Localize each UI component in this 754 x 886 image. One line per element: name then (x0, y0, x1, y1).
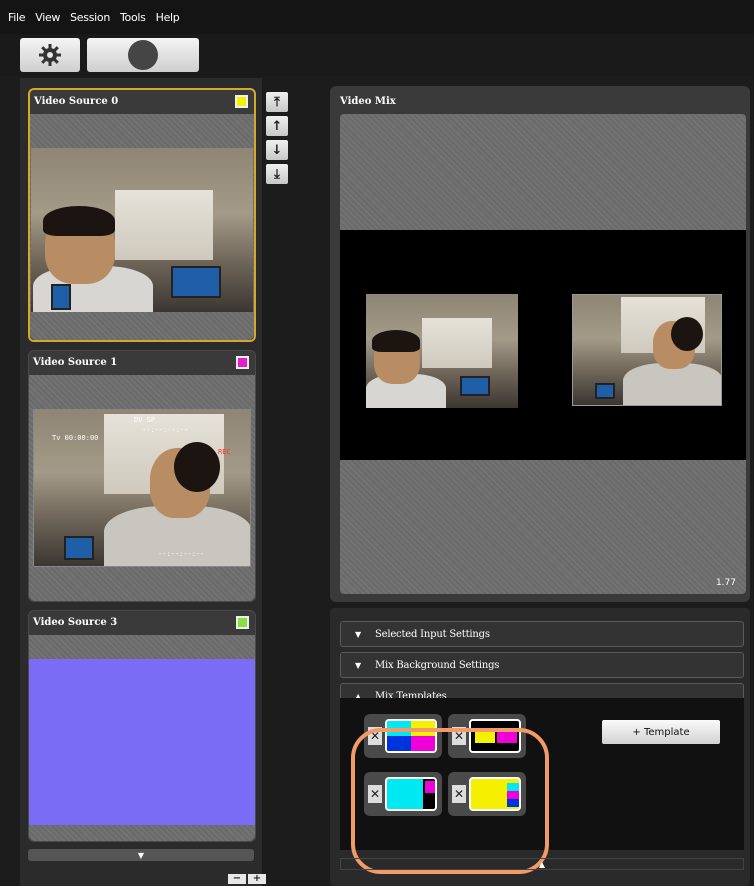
video-mix-title: Video Mix (340, 96, 396, 107)
video-source-panel[interactable]: Video Source 1 Tv 00:00:00 DV SP --:--:-… (28, 350, 256, 602)
accordion-label: Selected Input Settings (374, 628, 490, 640)
video-source-preview (31, 148, 253, 312)
osd-sp: SP (146, 416, 156, 424)
zoom-controls: − + (228, 874, 266, 884)
osd-timecode: --:--:--:-- (142, 426, 189, 434)
video-source-title: Video Source 3 (33, 617, 118, 628)
record-button[interactable] (87, 38, 199, 72)
mix-layer-source-0[interactable] (366, 294, 518, 408)
highlight-outline (351, 728, 549, 874)
video-source-preview: Tv 00:00:00 DV SP --:--:--:-- REC --:--:… (33, 409, 251, 567)
zoom-out-button[interactable]: − (228, 874, 246, 884)
osd-counter: 00:00:00 (64, 434, 99, 442)
move-bottom-icon[interactable]: ⤓ (266, 164, 288, 184)
osd-rec: REC (218, 448, 231, 456)
aspect-ratio-label: 1.77 (715, 578, 736, 588)
gear-icon (39, 44, 61, 66)
column-divider[interactable] (296, 78, 322, 886)
accordion-label: Mix Background Settings (374, 659, 500, 671)
sources-scroll-down[interactable]: ▼ (28, 849, 254, 861)
video-sources-column: Video Source 0 Video Source 1 Tv 00:00:0… (20, 78, 266, 886)
source-order-tools: ⤒ ↑ ↓ ⤓ (266, 92, 290, 188)
video-source-preview (29, 659, 255, 825)
move-up-icon[interactable]: ↑ (266, 116, 288, 136)
chevron-up-icon: ▲ (538, 859, 546, 869)
menu-tools[interactable]: Tools (120, 11, 146, 24)
move-top-icon[interactable]: ⤒ (266, 92, 288, 112)
toolbar (0, 34, 754, 76)
chevron-down-icon: ▼ (137, 850, 145, 860)
settings-collapse-bar[interactable]: ▲ (340, 858, 744, 870)
menu-file[interactable]: File (8, 11, 26, 24)
osd-tv: Tv (52, 434, 61, 442)
source-color-swatch[interactable] (236, 356, 249, 369)
video-source-panel[interactable]: Video Source 0 (28, 88, 256, 342)
expand-arrow-icon: ▼ (355, 629, 361, 639)
menu-view[interactable]: View (35, 11, 60, 24)
menu-session[interactable]: Session (70, 11, 110, 24)
mix-layer-source-1[interactable] (572, 294, 722, 406)
menu-help[interactable]: Help (156, 11, 180, 24)
menubar: File View Session Tools Help (0, 0, 754, 34)
mix-settings: ▼ Selected Input Settings ▼ Mix Backgrou… (330, 608, 750, 886)
osd-dv: DV (134, 416, 143, 424)
video-source-title: Video Source 0 (34, 96, 119, 107)
video-mix-canvas[interactable]: 1.77 (340, 114, 746, 594)
osd-timecode: --:--:--:-- (158, 550, 205, 558)
source-color-swatch[interactable] (235, 95, 248, 108)
video-source-panel[interactable]: Video Source 3 (28, 610, 256, 842)
selected-input-settings-header[interactable]: ▼ Selected Input Settings (340, 621, 744, 647)
add-template-button[interactable]: + Template (602, 720, 720, 744)
mix-background-settings-header[interactable]: ▼ Mix Background Settings (340, 652, 744, 678)
settings-button[interactable] (20, 38, 80, 72)
video-mix-panel: Video Mix 1.77 (330, 86, 750, 602)
zoom-in-button[interactable]: + (248, 874, 266, 884)
move-down-icon[interactable]: ↓ (266, 140, 288, 160)
mix-column: Video Mix 1.77 ▼ Selected Input Settings… (324, 78, 754, 886)
record-icon (128, 40, 158, 70)
expand-arrow-icon: ▼ (355, 660, 361, 670)
source-color-swatch[interactable] (236, 616, 249, 629)
video-source-title: Video Source 1 (33, 357, 118, 368)
mix-output (340, 230, 746, 460)
